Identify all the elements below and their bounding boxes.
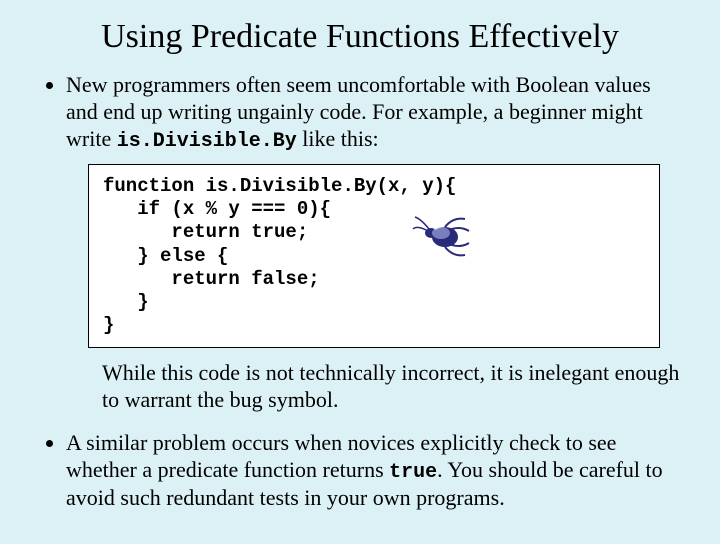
bullet-list: New programmers often seem uncomfortable… <box>38 72 682 512</box>
slide: Using Predicate Functions Effectively Ne… <box>0 0 720 544</box>
slide-title: Using Predicate Functions Effectively <box>38 18 682 56</box>
code-text: function is.Divisible.By(x, y){ if (x % … <box>103 175 456 336</box>
bullet-1: New programmers often seem uncomfortable… <box>66 72 682 414</box>
followup-text: While this code is not technically incor… <box>102 360 682 414</box>
bullet-2: A similar problem occurs when novices ex… <box>66 430 682 512</box>
bullet-1-text-b: like this: <box>297 126 379 151</box>
inline-code-fn: is.Divisible.By <box>117 130 297 153</box>
bug-icon <box>411 209 471 261</box>
inline-code-true: true <box>389 461 437 484</box>
code-block: function is.Divisible.By(x, y){ if (x % … <box>88 164 660 348</box>
